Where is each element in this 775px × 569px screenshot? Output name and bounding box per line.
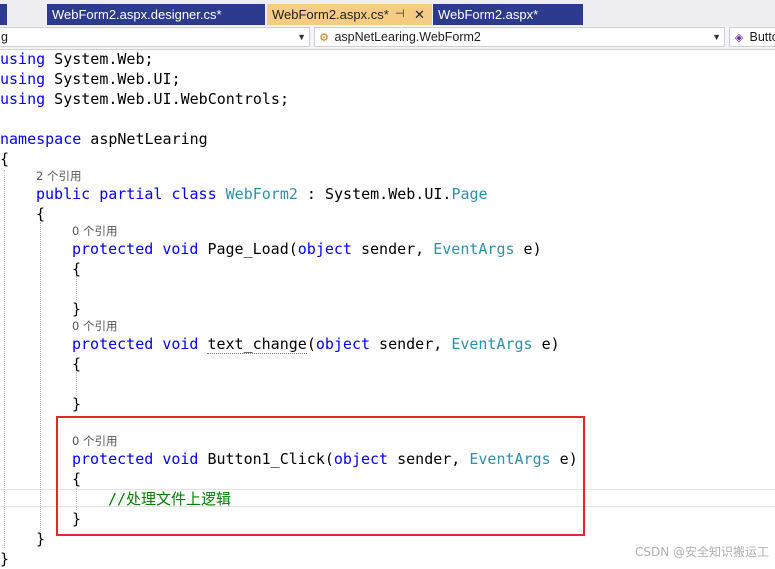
type-name: EventArgs: [451, 335, 533, 353]
keyword: void: [162, 335, 199, 353]
brace: {: [72, 260, 82, 278]
chevron-down-icon: ▼: [712, 32, 721, 42]
indent-guide: [4, 170, 5, 548]
brace: }: [72, 395, 82, 413]
brace: }: [0, 550, 10, 568]
codelens-references[interactable]: 0 个引用: [72, 319, 117, 333]
project-dropdown[interactable]: g ▼: [0, 27, 310, 47]
tab-label: WebForm2.aspx.designer.cs*: [52, 7, 222, 22]
code-line: public partial class WebForm2 : System.W…: [36, 184, 488, 204]
tab-overflow[interactable]: [0, 4, 7, 25]
brace: {: [72, 355, 82, 373]
code-text: aspNetLearing: [81, 130, 208, 148]
indent-guide: [76, 372, 77, 396]
codelens-references[interactable]: 0 个引用: [72, 224, 117, 238]
code-line: using System.Web;: [0, 49, 154, 69]
codelens-references[interactable]: 2 个引用: [36, 169, 81, 183]
tab-aspx-cs[interactable]: WebForm2.aspx.cs* ⊣ ✕: [267, 4, 432, 25]
class-dropdown-value: aspNetLearing.WebForm2: [334, 30, 481, 44]
code-line: }: [0, 549, 9, 569]
code-text: (: [306, 335, 316, 353]
keyword: class: [171, 185, 217, 203]
code-text: : System.Web.UI.: [297, 185, 452, 203]
code-line: protected void text_change(object sender…: [72, 334, 560, 354]
keyword: partial: [99, 185, 163, 203]
code-text: System.Web.UI.WebControls;: [45, 90, 289, 108]
code-text: System.Web;: [45, 50, 154, 68]
tab-aspx[interactable]: WebForm2.aspx*: [433, 4, 583, 25]
code-line: }: [36, 529, 45, 549]
class-icon: ⚙: [319, 32, 329, 44]
type-name: WebForm2: [225, 185, 298, 203]
code-line: protected void Page_Load(object sender, …: [72, 239, 542, 259]
keyword: object: [297, 240, 352, 258]
brace: {: [36, 205, 46, 223]
type-name: EventArgs: [433, 240, 515, 258]
chevron-down-icon: ▼: [297, 32, 306, 42]
type-name: Page: [451, 185, 488, 203]
keyword: object: [315, 335, 371, 353]
keyword: using: [0, 90, 46, 108]
brace: {: [0, 150, 10, 168]
document-tab-strip: WebForm2.aspx.designer.cs* WebForm2.aspx…: [0, 0, 775, 26]
code-line: {: [72, 354, 81, 374]
pin-icon[interactable]: ⊣: [395, 4, 405, 25]
code-line: namespace aspNetLearing: [0, 129, 208, 149]
indent-guide: [76, 276, 77, 300]
tab-designer-cs[interactable]: WebForm2.aspx.designer.cs*: [47, 4, 265, 25]
keyword: public: [36, 185, 91, 203]
red-annotation-box: [56, 416, 585, 536]
tab-label: WebForm2.aspx.cs*: [272, 7, 389, 22]
method-name: Page_Load(: [198, 240, 298, 258]
code-line: using System.Web.UI;: [0, 69, 181, 89]
keyword: using: [0, 50, 46, 68]
code-line: }: [72, 299, 81, 319]
code-text: e): [532, 335, 560, 353]
code-line: using System.Web.UI.WebControls;: [0, 89, 289, 109]
keyword: namespace: [0, 130, 82, 148]
code-text: e): [514, 240, 542, 258]
code-text: System.Web.UI;: [45, 70, 181, 88]
brace: }: [36, 530, 46, 548]
navigation-bar: g ▼ ⚙ aspNetLearing.WebForm2 ▼ ◈ Butto: [0, 26, 775, 50]
code-line: {: [36, 204, 45, 224]
member-dropdown-value: Butto: [749, 30, 775, 44]
keyword: protected: [72, 335, 154, 353]
class-dropdown[interactable]: ⚙ aspNetLearing.WebForm2 ▼: [314, 27, 725, 47]
code-line: {: [72, 259, 81, 279]
member-dropdown[interactable]: ◈ Butto: [729, 27, 775, 47]
tab-label: WebForm2.aspx*: [438, 7, 539, 22]
code-line: {: [0, 149, 9, 169]
watermark: CSDN @安全知识搬运工: [634, 545, 769, 559]
method-icon: ◈: [734, 32, 744, 44]
project-dropdown-value: g: [1, 30, 8, 44]
brace: }: [72, 300, 82, 318]
keyword: void: [162, 240, 199, 258]
code-line: }: [72, 394, 81, 414]
keyword: protected: [72, 240, 154, 258]
close-icon[interactable]: ✕: [414, 4, 425, 25]
keyword: using: [0, 70, 46, 88]
method-name: text_change: [207, 335, 307, 354]
indent-guide: [40, 222, 41, 532]
code-text: sender,: [351, 240, 434, 258]
code-text: sender,: [370, 335, 452, 353]
